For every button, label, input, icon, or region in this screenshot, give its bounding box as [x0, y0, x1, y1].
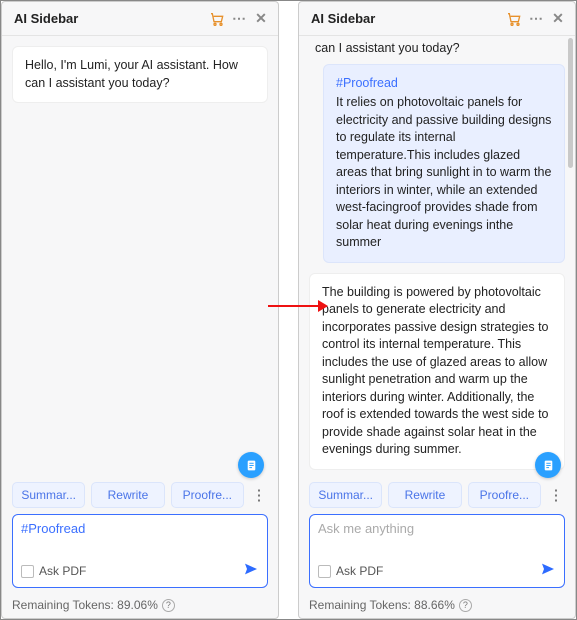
panel-title: AI Sidebar — [14, 11, 206, 26]
chip-summarize[interactable]: Summar... — [12, 482, 85, 508]
ask-pdf-label: Ask PDF — [39, 564, 86, 578]
tokens-footer: Remaining Tokens: 88.66% ? — [299, 594, 575, 618]
ai-message-text: Hello, I'm Lumi, your AI assistant. How … — [25, 58, 238, 90]
scrollbar-track[interactable] — [568, 38, 573, 488]
ai-message: The building is powered by photovoltaic … — [309, 273, 565, 470]
tokens-footer: Remaining Tokens: 89.06% ? — [2, 594, 278, 618]
prompt-input[interactable]: Ask me anything Ask PDF — [309, 514, 565, 588]
ask-pdf-label: Ask PDF — [336, 564, 383, 578]
quick-actions: Summar... Rewrite Proofre... ⋮ — [299, 482, 575, 514]
ask-pdf-toggle[interactable]: Ask PDF — [21, 564, 86, 578]
ai-message-text: The building is powered by photovoltaic … — [322, 285, 549, 457]
chip-rewrite[interactable]: Rewrite — [388, 482, 461, 508]
checkbox-icon[interactable] — [318, 565, 331, 578]
context-doc-button[interactable] — [238, 452, 264, 478]
help-icon[interactable]: ? — [162, 599, 175, 612]
chip-proofread[interactable]: Proofre... — [468, 482, 541, 508]
ai-message: Hello, I'm Lumi, your AI assistant. How … — [12, 46, 268, 103]
send-icon[interactable] — [243, 561, 259, 581]
chat-content: Hello, I'm Lumi, your AI assistant. How … — [2, 36, 278, 482]
tokens-label: Remaining Tokens: 88.66% — [309, 598, 455, 612]
checkbox-icon[interactable] — [21, 565, 34, 578]
more-icon[interactable]: ⋯ — [525, 8, 547, 30]
prompt-input-placeholder[interactable]: Ask me anything — [318, 521, 556, 539]
quick-actions: Summar... Rewrite Proofre... ⋮ — [2, 482, 278, 514]
chip-proofread[interactable]: Proofre... — [171, 482, 244, 508]
send-icon[interactable] — [540, 561, 556, 581]
input-bottom-row: Ask PDF — [318, 561, 556, 581]
context-doc-button[interactable] — [535, 452, 561, 478]
cart-icon[interactable] — [503, 8, 525, 30]
chips-more-icon[interactable]: ⋮ — [250, 486, 268, 504]
close-icon[interactable]: ✕ — [250, 8, 272, 30]
close-icon[interactable]: ✕ — [547, 8, 569, 30]
user-message: #Proofread It relies on photovoltaic pan… — [323, 64, 565, 263]
scrollbar-thumb[interactable] — [568, 38, 573, 168]
cart-icon[interactable] — [206, 8, 228, 30]
panel-title: AI Sidebar — [311, 11, 503, 26]
tokens-label: Remaining Tokens: 89.06% — [12, 598, 158, 612]
chip-summarize[interactable]: Summar... — [309, 482, 382, 508]
chat-content: can I assistant you today? #Proofread It… — [299, 36, 575, 482]
ask-pdf-toggle[interactable]: Ask PDF — [318, 564, 383, 578]
panel-header: AI Sidebar ⋯ ✕ — [2, 2, 278, 36]
chip-rewrite[interactable]: Rewrite — [91, 482, 164, 508]
help-icon[interactable]: ? — [459, 599, 472, 612]
more-icon[interactable]: ⋯ — [228, 8, 250, 30]
input-bottom-row: Ask PDF — [21, 561, 259, 581]
user-message-tag: #Proofread — [336, 75, 552, 93]
ai-sidebar-panel-right: AI Sidebar ⋯ ✕ can I assistant you today… — [298, 1, 576, 619]
prompt-input[interactable]: #Proofread Ask PDF — [12, 514, 268, 588]
partial-greeting: can I assistant you today? — [309, 40, 565, 64]
ai-sidebar-panel-left: AI Sidebar ⋯ ✕ Hello, I'm Lumi, your AI … — [1, 1, 279, 619]
panel-header: AI Sidebar ⋯ ✕ — [299, 2, 575, 36]
chips-more-icon[interactable]: ⋮ — [547, 486, 565, 504]
user-message-text: It relies on photovoltaic panels for ele… — [336, 95, 551, 249]
prompt-input-text[interactable]: #Proofread — [21, 521, 259, 539]
